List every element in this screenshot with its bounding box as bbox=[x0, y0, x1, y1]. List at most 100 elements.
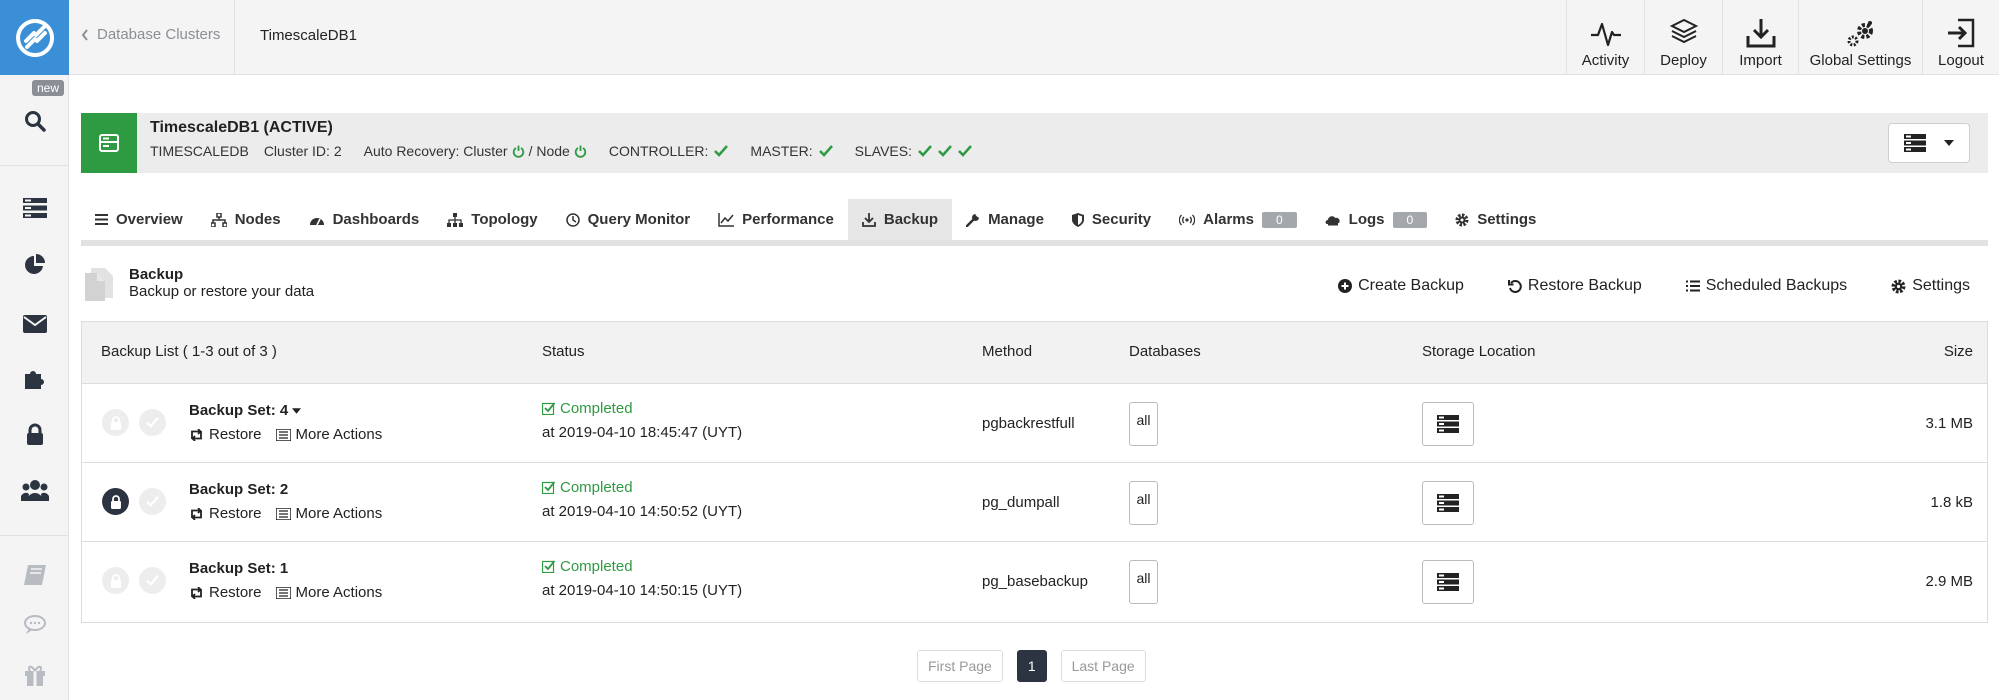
backup-method: pgbackrestfull bbox=[982, 415, 1075, 432]
cluster-meta: TIMESCALEDB Cluster ID: 2 Auto Recovery:… bbox=[150, 143, 972, 159]
backup-timestamp: at 2019-04-10 14:50:15 (UYT) bbox=[542, 582, 743, 599]
current-page-button[interactable]: 1 bbox=[1016, 650, 1047, 682]
storage-location-button[interactable] bbox=[1422, 481, 1474, 525]
dashboard-icon bbox=[309, 217, 324, 225]
check-icon bbox=[938, 145, 952, 157]
lock-toggle[interactable] bbox=[102, 567, 129, 594]
backup-timestamp: at 2019-04-10 18:45:47 (UYT) bbox=[542, 424, 743, 441]
databases-button[interactable]: all bbox=[1129, 560, 1158, 604]
tab-topology[interactable]: Topology bbox=[433, 199, 551, 240]
import-button[interactable]: Import bbox=[1722, 0, 1798, 75]
col-backup-list: Backup List ( 1-3 out of 3 ) bbox=[101, 343, 277, 360]
sidebar-divider bbox=[0, 535, 69, 536]
pie-chart-icon[interactable] bbox=[0, 245, 69, 285]
create-backup-label: Create Backup bbox=[1358, 277, 1464, 294]
table-row: Backup Set: 4 Restore More Actions Compl… bbox=[82, 384, 1987, 463]
tab-label: Performance bbox=[742, 211, 834, 228]
verify-toggle[interactable] bbox=[139, 409, 166, 436]
restore-link[interactable]: Restore bbox=[189, 505, 262, 522]
restore-backup-button[interactable]: Restore Backup bbox=[1507, 277, 1642, 295]
check-icon bbox=[958, 145, 972, 157]
status-text: Completed bbox=[560, 479, 633, 496]
tab-label: Manage bbox=[988, 211, 1044, 228]
backup-settings-button[interactable]: Settings bbox=[1891, 277, 1970, 295]
check-square-icon bbox=[542, 481, 555, 494]
backup-method: pg_dumpall bbox=[982, 494, 1060, 511]
retweet-icon bbox=[191, 428, 202, 441]
table-header: Backup List ( 1-3 out of 3 ) Status Meth… bbox=[82, 322, 1987, 384]
tab-query-monitor[interactable]: Query Monitor bbox=[552, 199, 705, 240]
restore-label: Restore bbox=[209, 584, 262, 601]
app-logo[interactable] bbox=[0, 0, 69, 75]
tab-logs[interactable]: Logs 0 bbox=[1311, 199, 1442, 240]
tab-alarms[interactable]: Alarms 0 bbox=[1165, 199, 1311, 240]
search-icon[interactable] bbox=[0, 101, 69, 141]
list-icon bbox=[1685, 280, 1700, 292]
more-actions-link[interactable]: More Actions bbox=[275, 584, 382, 601]
import-icon bbox=[1746, 19, 1775, 48]
lock-icon bbox=[110, 415, 121, 430]
lock-toggle[interactable] bbox=[102, 409, 129, 436]
verify-toggle[interactable] bbox=[139, 567, 166, 594]
backup-set-name[interactable]: Backup Set: 1 bbox=[189, 560, 288, 577]
first-page-button[interactable]: First Page bbox=[917, 650, 1003, 682]
more-actions-link[interactable]: More Actions bbox=[275, 505, 383, 522]
restore-link[interactable]: Restore bbox=[189, 426, 262, 443]
databases-button[interactable]: all bbox=[1129, 402, 1158, 446]
users-icon[interactable] bbox=[0, 470, 69, 510]
query-icon bbox=[565, 212, 580, 227]
check-icon bbox=[146, 417, 159, 428]
gift-icon[interactable] bbox=[0, 655, 69, 695]
restore-link[interactable]: Restore bbox=[189, 584, 262, 601]
chat-icon[interactable] bbox=[0, 605, 69, 645]
document-icon bbox=[83, 266, 115, 306]
mail-icon[interactable] bbox=[0, 304, 69, 344]
col-method: Method bbox=[982, 343, 1033, 360]
gear-icon bbox=[1891, 279, 1906, 293]
global-settings-button[interactable]: Global Settings bbox=[1798, 0, 1922, 75]
back-to-clusters-link[interactable]: Database Clusters bbox=[81, 26, 220, 43]
puzzle-icon[interactable] bbox=[0, 358, 69, 398]
lock-icon[interactable] bbox=[0, 414, 69, 454]
databases-button[interactable]: all bbox=[1129, 481, 1158, 525]
cluster-actions-dropdown[interactable] bbox=[1888, 123, 1970, 163]
col-status: Status bbox=[542, 343, 585, 360]
table-row: Backup Set: 2 Restore More Actions Compl… bbox=[82, 463, 1987, 542]
scheduled-backups-button[interactable]: Scheduled Backups bbox=[1685, 277, 1847, 295]
top-bar: Database Clusters TimescaleDB1 Activity … bbox=[69, 0, 1999, 75]
deploy-button[interactable]: Deploy bbox=[1644, 0, 1722, 75]
tab-label: Topology bbox=[471, 211, 538, 228]
verify-toggle[interactable] bbox=[139, 488, 166, 515]
tab-dashboards[interactable]: Dashboards bbox=[295, 199, 434, 240]
row-actions: Restore More Actions bbox=[189, 426, 382, 443]
tab-manage[interactable]: Manage bbox=[952, 199, 1058, 240]
logout-button[interactable]: Logout bbox=[1922, 0, 1999, 75]
section-title: Backup bbox=[129, 266, 184, 283]
storage-location-button[interactable] bbox=[1422, 402, 1474, 446]
tab-backup[interactable]: Backup bbox=[847, 199, 953, 240]
lock-toggle[interactable] bbox=[102, 488, 129, 515]
more-actions-label: More Actions bbox=[295, 505, 383, 522]
node-label: / Node bbox=[528, 143, 570, 159]
create-backup-button[interactable]: Create Backup bbox=[1338, 277, 1464, 295]
backup-set-name[interactable]: Backup Set: 4 bbox=[189, 402, 302, 419]
last-page-button[interactable]: Last Page bbox=[1060, 650, 1146, 682]
book-icon[interactable] bbox=[0, 555, 69, 595]
restore-label: Restore bbox=[209, 505, 262, 522]
more-actions-link[interactable]: More Actions bbox=[275, 426, 382, 443]
backup-set-name[interactable]: Backup Set: 2 bbox=[189, 481, 288, 498]
status-completed: Completed bbox=[542, 558, 633, 575]
storage-location-button[interactable] bbox=[1422, 560, 1474, 604]
breadcrumb-divider bbox=[234, 0, 235, 75]
tab-settings[interactable]: Settings bbox=[1441, 199, 1550, 240]
tab-nodes[interactable]: Nodes bbox=[197, 199, 295, 240]
table-row: Backup Set: 1 Restore More Actions Compl… bbox=[82, 542, 1987, 621]
breadcrumb-current: TimescaleDB1 bbox=[260, 27, 357, 44]
tab-overview[interactable]: Overview bbox=[81, 199, 197, 240]
tab-security[interactable]: Security bbox=[1058, 199, 1165, 240]
activity-button[interactable]: Activity bbox=[1566, 0, 1644, 75]
clusters-icon[interactable] bbox=[0, 188, 69, 228]
col-storage-location: Storage Location bbox=[1422, 343, 1536, 360]
tab-performance[interactable]: Performance bbox=[704, 199, 848, 240]
tab-label: Query Monitor bbox=[587, 211, 691, 228]
